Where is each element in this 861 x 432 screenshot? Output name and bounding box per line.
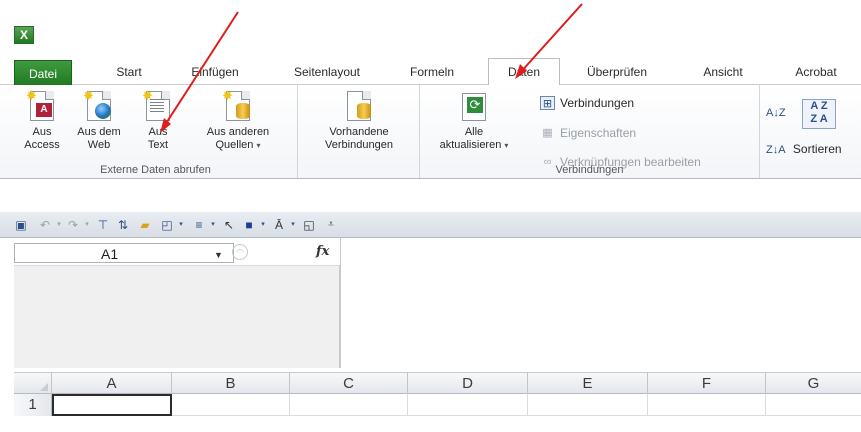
formula-bar-left-pane xyxy=(14,265,340,368)
sort-za-label: Z↓A xyxy=(766,144,786,156)
cell-d1[interactable] xyxy=(408,394,528,416)
from-text-button[interactable]: ✸ Aus Text xyxy=(138,89,178,152)
ribbon: ✸ A Aus Access ✸ Aus dem Web ✸ Aus Text ✸… xyxy=(0,85,861,179)
from-access-label-1: Aus xyxy=(32,126,52,138)
column-header-f[interactable]: F xyxy=(648,373,766,394)
cell-g1[interactable] xyxy=(766,394,861,416)
web-globe-icon: ✸ xyxy=(83,89,115,123)
dropdown-arrow-icon: ▾ xyxy=(504,141,509,150)
from-web-label-1: Aus dem xyxy=(77,126,121,138)
chevron-down-icon[interactable]: ▾ xyxy=(172,216,190,234)
refresh-label-2: aktualisieren ▾ xyxy=(439,139,509,151)
from-web-button[interactable]: ✸ Aus dem Web xyxy=(72,89,126,152)
formula-cancel-icon: ◠ xyxy=(232,244,248,260)
customize-toolbar-icon[interactable]: ⩡ xyxy=(322,216,340,234)
filter-icon[interactable]: ⊤ xyxy=(94,216,112,234)
existing-label-1: Vorhandene xyxy=(329,126,389,138)
text-file-icon: ✸ xyxy=(142,89,174,123)
name-box[interactable]: A1 ▼ xyxy=(14,243,234,263)
from-text-label-2: Text xyxy=(147,139,169,151)
cell-b1[interactable] xyxy=(172,394,290,416)
from-other-label-1: Aus anderen xyxy=(206,126,270,138)
existing-label-2: Verbindungen xyxy=(325,139,393,151)
connections-button[interactable]: ⊞ Verbindungen xyxy=(538,93,634,113)
group-label-connections: Verbindungen xyxy=(555,164,624,176)
sort-label: Sortieren xyxy=(792,142,842,156)
other-sources-icon: ✸ xyxy=(222,89,254,123)
column-headers: A B C D E F G xyxy=(14,372,861,394)
connections-label: Verbindungen xyxy=(560,96,635,110)
properties-button[interactable]: ▦ Eigenschaften xyxy=(538,123,636,143)
row-header-1[interactable]: 1 xyxy=(14,394,52,416)
formula-bar: A1 ▼ ◠ fx xyxy=(0,238,861,368)
group-connections: Alle aktualisieren ▾ ⊞ Verbindungen ▦ Ei… xyxy=(420,85,760,178)
properties-icon: ▦ xyxy=(542,127,553,139)
column-header-e[interactable]: E xyxy=(528,373,648,394)
excel-app-icon[interactable]: X xyxy=(14,26,34,44)
cell-a1[interactable] xyxy=(52,394,172,416)
tab-file[interactable]: Datei xyxy=(14,60,72,85)
from-web-label-2: Web xyxy=(87,139,111,151)
open-folder-icon[interactable]: ▰ xyxy=(136,216,154,234)
cursor-icon[interactable]: ↖ xyxy=(220,216,238,234)
properties-label: Eigenschaften xyxy=(560,126,637,140)
insert-function-icon[interactable]: fx xyxy=(316,244,329,259)
tab-review[interactable]: Überprüfen xyxy=(578,59,656,85)
worksheet-grid: A B C D E F G 1 xyxy=(14,372,861,432)
existing-connections-button[interactable]: Vorhandene Verbindungen xyxy=(306,89,412,152)
tab-insert[interactable]: Einfügen xyxy=(180,59,250,85)
chevron-down-icon[interactable]: ▼ xyxy=(214,246,223,264)
sort-dialog-icon[interactable]: A ZZ A xyxy=(802,99,836,129)
dropdown-arrow-icon: ▾ xyxy=(256,141,261,150)
quick-access-toolbar: ▣ ↶ ▾ ↷ ▾ ⊤ ⇅ ▰ ◰ ▾ ≡ ▾ ↖ ■ ▾ Ā ▾ ◱ ⩡ xyxy=(0,212,861,238)
cell-c1[interactable] xyxy=(290,394,408,416)
group-label-external: Externe Daten abrufen xyxy=(100,164,211,176)
connections-icon: ⊞ xyxy=(540,96,555,110)
from-text-label-1: Aus xyxy=(148,126,168,138)
sort-icon[interactable]: ⇅ xyxy=(114,216,132,234)
name-box-value: A1 xyxy=(101,246,119,262)
access-db-icon: ✸ A xyxy=(26,89,58,123)
tab-view[interactable]: Ansicht xyxy=(694,59,752,85)
table-row: 1 xyxy=(14,394,861,416)
print-preview-icon[interactable]: ◱ xyxy=(300,216,318,234)
tab-formulas[interactable]: Formeln xyxy=(402,59,462,85)
save-icon[interactable]: ▣ xyxy=(12,216,30,234)
group-sort: A↓Z A ZZ A Z↓A Sortieren xyxy=(760,85,861,178)
from-other-sources-button[interactable]: ✸ Aus anderen Quellen ▾ xyxy=(194,89,282,152)
sort-az-button[interactable]: A↓Z xyxy=(766,103,786,123)
ribbon-tabs: Datei Start Einfügen Seitenlayout Formel… xyxy=(0,56,861,86)
group-get-external-data: ✸ A Aus Access ✸ Aus dem Web ✸ Aus Text ✸… xyxy=(14,85,298,178)
refresh-all-button[interactable]: Alle aktualisieren ▾ xyxy=(424,89,524,152)
refresh-label-1: Alle xyxy=(464,126,484,138)
refresh-icon xyxy=(458,89,490,123)
group-existing-connections: Vorhandene Verbindungen xyxy=(298,85,420,178)
from-access-label-2: Access xyxy=(24,139,60,151)
sort-az-label: A↓Z xyxy=(766,107,786,119)
select-all-corner[interactable] xyxy=(14,373,52,394)
formula-input[interactable] xyxy=(340,238,861,368)
column-header-g[interactable]: G xyxy=(766,373,861,394)
from-other-label-2: Quellen ▾ xyxy=(215,139,261,151)
cell-e1[interactable] xyxy=(528,394,648,416)
column-header-b[interactable]: B xyxy=(172,373,290,394)
title-area: X xyxy=(0,0,861,56)
existing-connections-icon xyxy=(343,89,375,123)
column-header-a[interactable]: A xyxy=(52,373,172,394)
from-access-button[interactable]: ✸ A Aus Access xyxy=(16,89,68,152)
column-header-c[interactable]: C xyxy=(290,373,408,394)
cell-f1[interactable] xyxy=(648,394,766,416)
sort-za-button[interactable]: Z↓A Sortieren xyxy=(766,139,842,159)
tab-acrobat[interactable]: Acrobat xyxy=(784,59,848,85)
tab-data[interactable]: Daten xyxy=(488,58,560,86)
tab-start[interactable]: Start xyxy=(104,59,154,85)
tab-page-layout[interactable]: Seitenlayout xyxy=(280,59,374,85)
column-header-d[interactable]: D xyxy=(408,373,528,394)
